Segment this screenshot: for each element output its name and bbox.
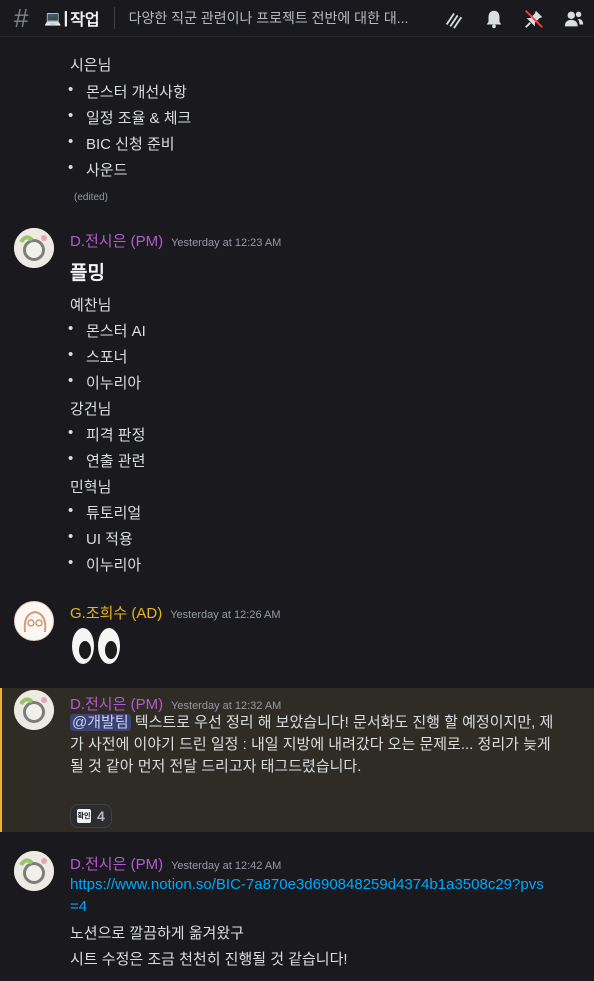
channel-header: # 💻 | 작업 다양한 직군 관련이나 프로젝트 전반에 대한 대... <box>0 0 594 37</box>
message-text: 텍스트로 우선 정리 해 보았습니다! 문서화도 진행 할 예정이지만, 제가 … <box>70 714 554 775</box>
list-item: 몬스터 개선사항 <box>68 81 187 102</box>
pin-icon[interactable] <box>514 0 554 37</box>
message-line: 시은님 <box>70 57 112 74</box>
author-name[interactable]: D.전시은 (PM) <box>70 230 163 251</box>
message-body: @개발팀 텍스트로 우선 정리 해 보았습니다! 문서화도 진행 할 예정이지만… <box>70 712 560 778</box>
avatar[interactable] <box>14 601 54 641</box>
avatar[interactable] <box>14 228 54 268</box>
message-line: 강건님 <box>70 401 112 418</box>
list-item: 일정 조율 & 체크 <box>68 107 191 128</box>
laptop-emoji: 💻 <box>44 9 62 26</box>
timestamp: Yesterday at 12:42 AM <box>171 860 282 872</box>
author-name[interactable]: G.조희수 (AD) <box>70 602 162 623</box>
message-line: 민혁님 <box>70 479 112 496</box>
list-item: 이누리아 <box>68 372 141 393</box>
notion-link[interactable]: https://www.notion.so/BIC-7a870e3d690848… <box>70 874 550 918</box>
message-line: 시트 수정은 조금 천천히 진행될 것 같습니다! <box>70 951 348 968</box>
list-item: BIC 신청 준비 <box>68 133 175 154</box>
list-item: 스포너 <box>68 346 127 367</box>
list-item: 이누리아 <box>68 554 141 575</box>
channel-name: 작업 <box>70 12 100 29</box>
channel-topic[interactable]: 다양한 직군 관련이나 프로젝트 전반에 대한 대... <box>129 8 429 28</box>
timestamp: Yesterday at 12:26 AM <box>170 609 281 621</box>
members-icon[interactable] <box>554 0 594 37</box>
list-item: 튜토리얼 <box>68 502 141 523</box>
timestamp: Yesterday at 12:23 AM <box>171 237 282 249</box>
message-line: 예찬님 <box>70 297 112 314</box>
message-line: 노션으로 깔끔하게 옮겨왔구 <box>70 925 244 942</box>
bell-icon[interactable] <box>474 0 514 37</box>
role-mention[interactable]: @개발팀 <box>70 714 131 731</box>
list-item: 사운드 <box>68 159 127 180</box>
list-item: UI 적용 <box>68 528 133 549</box>
message-heading: 플밍 <box>70 263 105 284</box>
hash-icon: # <box>14 3 29 33</box>
eyes-emoji[interactable] <box>70 626 122 666</box>
avatar[interactable] <box>14 851 54 891</box>
list-item: 연출 관련 <box>68 450 145 471</box>
author-name[interactable]: D.전시은 (PM) <box>70 853 163 874</box>
reaction-button[interactable]: 확인 4 <box>70 804 112 828</box>
reaction-count: 4 <box>97 808 105 824</box>
list-item: 피격 판정 <box>68 424 145 445</box>
check-emoji: 확인 <box>77 809 91 823</box>
channel-pipe: | <box>63 8 69 27</box>
author-name[interactable]: D.전시은 (PM) <box>70 693 163 714</box>
timestamp: Yesterday at 12:32 AM <box>171 700 282 712</box>
avatar[interactable] <box>14 690 54 730</box>
edited-label: (edited) <box>74 192 108 203</box>
threads-icon[interactable] <box>434 0 474 37</box>
header-divider <box>113 7 115 29</box>
list-item: 몬스터 AI <box>68 320 146 341</box>
